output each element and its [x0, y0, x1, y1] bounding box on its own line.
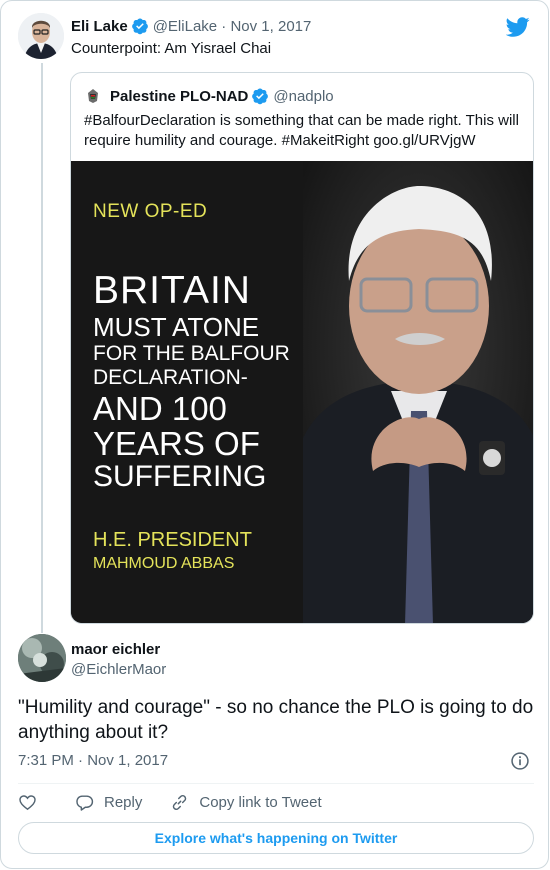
image-headline: BRITAIN MUST ATONE FOR THE BALFOUR DECLA… [93, 271, 290, 492]
verified-badge-icon [131, 18, 148, 35]
reply-icon [76, 795, 94, 811]
tweet-actions: Reply Copy link to Tweet [18, 793, 350, 812]
quoted-tweet-image[interactable]: NEW OP-ED BRITAIN MUST ATONE FOR THE BAL… [71, 161, 533, 623]
quoted-tweet-text: #BalfourDeclaration is something that ca… [84, 112, 519, 149]
author-handle-date[interactable]: @EliLake · Nov 1, 2017 [153, 18, 312, 35]
divider [18, 783, 534, 784]
reply-button[interactable]: Reply [75, 793, 142, 812]
headline-line: DECLARATION- [93, 366, 248, 389]
thread-connector-line [41, 63, 43, 633]
portrait-photo [303, 161, 533, 623]
copy-link-button[interactable]: Copy link to Tweet [170, 793, 322, 812]
image-label: NEW OP-ED [93, 201, 208, 222]
avatar-maor-eichler[interactable] [18, 634, 66, 682]
twitter-bird-icon[interactable] [506, 15, 530, 39]
tweet-header: Eli Lake @EliLake · Nov 1, 2017 [71, 17, 311, 35]
image-byline-name: MAHMOUD ABBAS [93, 555, 235, 572]
image-byline-title: H.E. PRESIDENT [93, 529, 252, 551]
link-icon [173, 794, 187, 811]
tweet-text: Counterpoint: Am Yisrael Chai [71, 40, 272, 57]
headline-line: SUFFERING [93, 460, 267, 493]
heart-icon [19, 795, 36, 811]
quoted-author-name[interactable]: Palestine PLO-NAD [110, 88, 248, 105]
info-icon[interactable] [510, 751, 530, 771]
quoted-tweet-header: Palestine PLO-NAD @nadplo [84, 87, 334, 105]
embedded-tweet-card: Eli Lake @EliLake · Nov 1, 2017 Counterp… [0, 0, 549, 869]
headline-line: MUST ATONE [93, 312, 260, 342]
headline-line: BRITAIN [93, 269, 251, 312]
copy-link-label: Copy link to Tweet [199, 794, 322, 811]
explore-twitter-button[interactable]: Explore what's happening on Twitter [18, 822, 534, 854]
headline-line: YEARS OF [93, 425, 260, 462]
reply-author-name[interactable]: maor eichler [71, 641, 160, 658]
reply-tweet-text: "Humility and courage" - so no chance th… [18, 697, 534, 743]
headline-line: AND 100 [93, 390, 227, 427]
tweet-timestamp[interactable]: 7:31 PM · Nov 1, 2017 [18, 752, 168, 769]
quoted-author-handle[interactable]: @nadplo [273, 88, 333, 105]
avatar-eli-lake[interactable] [18, 13, 64, 59]
verified-badge-icon [252, 88, 269, 105]
headline-line: FOR THE BALFOUR [93, 342, 290, 365]
plo-emblem-icon [84, 87, 102, 105]
author-name[interactable]: Eli Lake [71, 18, 128, 35]
reply-author-handle[interactable]: @EichlerMaor [71, 661, 166, 678]
like-button[interactable] [18, 793, 47, 812]
quoted-tweet[interactable]: Palestine PLO-NAD @nadplo #BalfourDeclar… [70, 72, 534, 624]
reply-label: Reply [104, 794, 143, 811]
